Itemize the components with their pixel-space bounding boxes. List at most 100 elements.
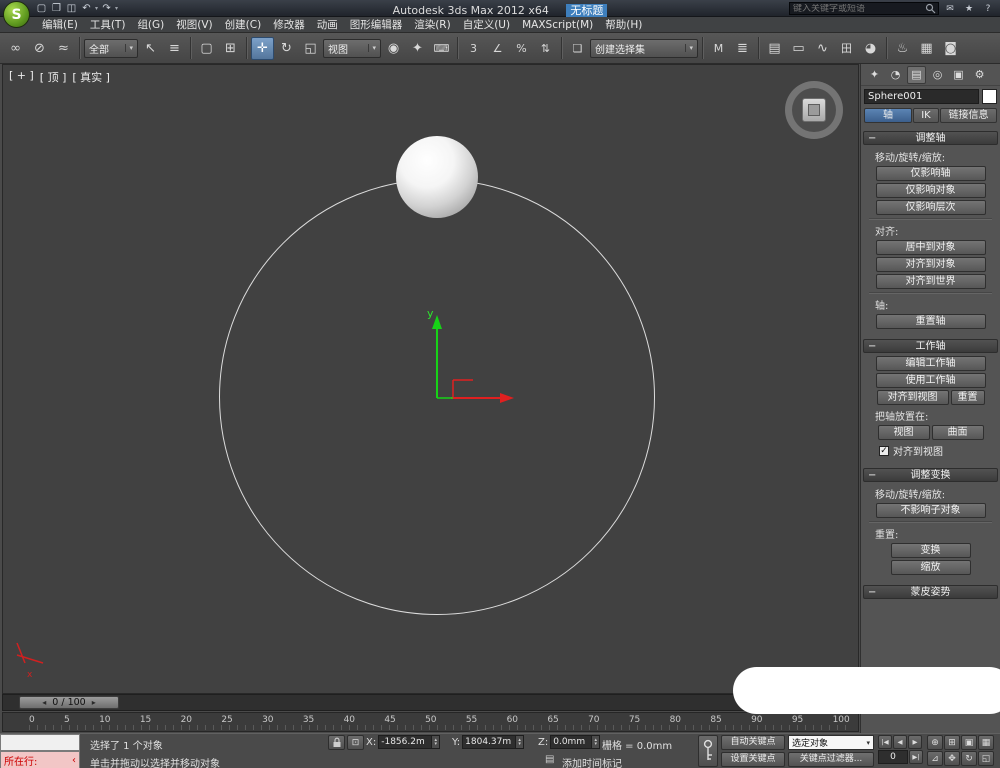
percent-snap-icon[interactable]: %	[510, 37, 533, 60]
align-to-world-button[interactable]: 对齐到世界	[876, 274, 986, 289]
rollout-header-adjust-transform[interactable]: − 调整变换	[863, 468, 998, 482]
z-coordinate-field[interactable]: 0.0mm ▴▾	[550, 735, 600, 749]
align-to-object-button[interactable]: 对齐到对象	[876, 257, 986, 272]
rectangular-selection-region-icon[interactable]: ▢	[195, 37, 218, 60]
redo-dropdown-icon[interactable]: ▾	[115, 5, 118, 12]
select-object-icon[interactable]: ↖	[139, 37, 162, 60]
undo-dropdown-icon[interactable]: ▾	[95, 5, 98, 12]
play-button[interactable]: ▶	[908, 735, 922, 749]
graphite-ribbon-icon[interactable]: ▭	[787, 37, 810, 60]
viewport-top[interactable]: [ + ] [ 顶 ] [ 真实 ] y x	[2, 64, 859, 694]
select-and-scale-icon[interactable]: ◱	[299, 37, 322, 60]
reset-working-pivot-button[interactable]: 重置	[951, 390, 985, 405]
bind-to-space-warp-icon[interactable]: ≈	[52, 37, 75, 60]
next-frame-arrow-icon[interactable]: ▸	[92, 698, 96, 707]
z-spinner[interactable]: ▴▾	[591, 736, 599, 748]
menu-item[interactable]: 自定义(U)	[457, 17, 516, 32]
schematic-view-icon[interactable]: 田	[835, 37, 858, 60]
listener-scroll-icon[interactable]: ‹	[72, 755, 76, 766]
dont-affect-children-button[interactable]: 不影响子对象	[876, 503, 986, 518]
menu-item[interactable]: MAXScript(M)	[516, 19, 599, 31]
modify-tab-icon[interactable]: ◔	[886, 66, 905, 84]
keyboard-shortcut-override-icon[interactable]: ⌨	[430, 37, 453, 60]
mirror-icon[interactable]: M	[707, 37, 730, 60]
spinner-snap-icon[interactable]: ⇅	[534, 37, 557, 60]
use-working-pivot-button[interactable]: 使用工作轴	[876, 373, 986, 388]
maxscript-macro-recorder[interactable]: 所在行: ‹	[0, 751, 80, 768]
field-of-view-icon[interactable]: ⊿	[927, 751, 943, 766]
unlink-selection-icon[interactable]: ⊘	[28, 37, 51, 60]
named-selection-sets-dropdown[interactable]: 创建选择集 ▾	[590, 39, 698, 58]
affect-object-only-button[interactable]: 仅影响对象	[876, 183, 986, 198]
sphere-object[interactable]	[396, 136, 478, 218]
key-filter-selected-dropdown[interactable]: 选定对象 ▾	[788, 735, 874, 750]
reset-scale-button[interactable]: 缩放	[891, 560, 971, 575]
align-icon[interactable]: ≣	[731, 37, 754, 60]
object-name-field[interactable]: Sphere001	[864, 89, 979, 104]
selection-filter-dropdown[interactable]: 全部 ▾	[84, 39, 138, 58]
x-spinner[interactable]: ▴▾	[431, 736, 439, 748]
tab-ik[interactable]: IK	[913, 108, 939, 123]
menu-item[interactable]: 修改器	[267, 17, 311, 32]
current-frame-field[interactable]: 0	[878, 750, 908, 764]
affect-pivot-only-button[interactable]: 仅影响轴	[876, 166, 986, 181]
rendered-frame-window-icon[interactable]: ▦	[915, 37, 938, 60]
viewcube-top-face[interactable]	[802, 98, 826, 122]
communication-center-icon[interactable]: ✉	[942, 2, 958, 15]
rollout-header-skin-pose[interactable]: − 蒙皮姿势	[863, 585, 998, 599]
menu-item[interactable]: 创建(C)	[219, 17, 268, 32]
edit-working-pivot-button[interactable]: 编辑工作轴	[876, 356, 986, 371]
render-production-icon[interactable]: ◙	[939, 37, 962, 60]
rollout-header-adjust-pivot[interactable]: − 调整轴	[863, 131, 998, 145]
affect-hierarchy-only-button[interactable]: 仅影响层次	[876, 200, 986, 215]
center-to-object-button[interactable]: 居中到对象	[876, 240, 986, 255]
zoom-extents-icon[interactable]: ▣	[961, 735, 977, 750]
viewport-pov-menu[interactable]: [ 顶 ]	[40, 69, 67, 85]
snap-toggle-3d-icon[interactable]: 3	[462, 37, 485, 60]
select-by-name-icon[interactable]: ≡	[163, 37, 186, 60]
zoom-extents-all-icon[interactable]: ▦	[978, 735, 994, 750]
menu-item[interactable]: 动画	[311, 17, 344, 32]
menu-item[interactable]: 编辑(E)	[36, 17, 84, 32]
curve-editor-icon[interactable]: ∿	[811, 37, 834, 60]
angle-snap-icon[interactable]: ∠	[486, 37, 509, 60]
menu-item[interactable]: 渲染(R)	[408, 17, 457, 32]
select-and-move-icon[interactable]: ✛	[251, 37, 274, 60]
menu-item[interactable]: 图形编辑器	[344, 17, 409, 32]
orbit-icon[interactable]: ↻	[961, 751, 977, 766]
maxscript-mini-listener[interactable]	[0, 734, 80, 751]
menu-item[interactable]: 组(G)	[131, 17, 170, 32]
reset-transform-button[interactable]: 变换	[891, 543, 971, 558]
create-tab-icon[interactable]: ✦	[865, 66, 884, 84]
viewcube[interactable]	[785, 81, 843, 139]
place-pivot-view-button[interactable]: 视图	[878, 425, 930, 440]
set-keys-toggle-button[interactable]	[698, 735, 718, 767]
select-and-link-icon[interactable]: ∞	[4, 37, 27, 60]
viewport-shading-menu[interactable]: [ 真实 ]	[72, 69, 110, 85]
add-time-tag[interactable]: 添加时间标记	[562, 755, 622, 768]
previous-frame-button[interactable]: ◀	[893, 735, 907, 749]
window-crossing-icon[interactable]: ⊞	[219, 37, 242, 60]
undo-icon[interactable]: ↶	[79, 2, 94, 16]
tab-link-info[interactable]: 链接信息	[940, 108, 997, 123]
tab-pivot[interactable]: 轴	[864, 108, 912, 123]
edit-named-selection-sets-icon[interactable]: ❏	[566, 37, 589, 60]
pan-view-icon[interactable]: ✥	[944, 751, 960, 766]
reset-pivot-button[interactable]: 重置轴	[876, 314, 986, 329]
menu-item[interactable]: 工具(T)	[84, 17, 132, 32]
material-editor-icon[interactable]: ◕	[859, 37, 882, 60]
zoom-all-icon[interactable]: ⊞	[944, 735, 960, 750]
viewport-general-menu[interactable]: [ + ]	[9, 69, 34, 85]
utilities-tab-icon[interactable]: ⚙	[970, 66, 989, 84]
key-filters-button[interactable]: 关键点过滤器...	[788, 752, 874, 767]
circle-shape[interactable]	[219, 179, 655, 615]
layer-manager-icon[interactable]: ▤	[763, 37, 786, 60]
track-bar[interactable]: 0510152025303540455055606570758085909510…	[2, 712, 859, 732]
redo-icon[interactable]: ↷	[99, 2, 114, 16]
open-file-icon[interactable]: ❐	[49, 2, 64, 16]
search-input[interactable]	[790, 4, 925, 14]
help-icon[interactable]: ?	[980, 2, 996, 15]
go-to-start-button[interactable]: |◀	[878, 735, 892, 749]
reference-coordinate-dropdown[interactable]: 视图 ▾	[323, 39, 381, 58]
menu-item[interactable]: 帮助(H)	[599, 17, 648, 32]
